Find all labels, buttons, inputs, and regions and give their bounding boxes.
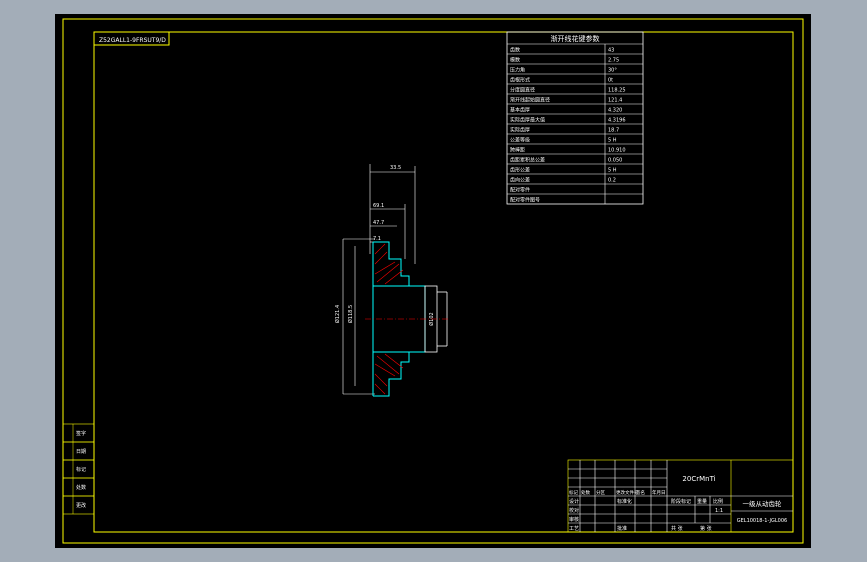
param-value: 30°	[608, 68, 617, 74]
param-name: 齿根形式	[510, 77, 530, 84]
approval: 批准	[617, 525, 627, 532]
dim-47: 47.7	[373, 220, 384, 226]
rev-label-4: 签名	[636, 489, 645, 496]
dim-overall-width: 33.5	[390, 165, 401, 171]
rev-label-5: 年月日	[652, 489, 666, 496]
drawing-code-box: Z52GALL1-9FRSUT9/D	[93, 31, 170, 46]
weight-label: 重量	[697, 498, 707, 505]
parameter-table: 渐开线花键参数 齿数 43 模数 2.75 压力角 30° 齿根形式 0t 分度圆直径 118.2…	[506, 31, 644, 205]
param-value: 4.320	[608, 108, 622, 114]
dim-right: Ø102	[428, 312, 435, 325]
outer-frame	[62, 18, 804, 544]
material: 20CrMnTi	[682, 475, 715, 483]
inner-frame	[93, 31, 794, 533]
stamp-label: 处数	[76, 484, 86, 491]
left-stamp-column: 签字日期标记处数更改	[62, 423, 95, 515]
dim-left-inner: Ø118.5	[347, 305, 354, 323]
rev-label-2: 分区	[596, 489, 605, 496]
param-name: 齿向公差	[510, 177, 530, 184]
param-value: 0.2	[608, 178, 616, 184]
parameter-rows: 齿数 43 模数 2.75 压力角 30° 齿根形式 0t 分度圆直径 118.25 渐开线起始圆直…	[507, 47, 643, 204]
param-name: 模数	[510, 57, 520, 64]
role-process: 工艺	[569, 526, 579, 532]
param-value: 5 H	[608, 168, 617, 174]
drawing-code: Z52GALL1-9FRSUT9/D	[99, 37, 166, 44]
title-block-text: 20CrMnTi 一级从动齿轮 GEL10018-1-JGL006 标记 处数 …	[569, 475, 787, 532]
gear-part-view: 33.5 69.1 47.7 7.1 Ø121.4 Ø118.5 Ø102	[334, 164, 450, 397]
param-name: 公差等级	[510, 137, 530, 144]
param-value: 0t	[608, 78, 613, 84]
dim-69: 69.1	[373, 203, 384, 209]
part-name: 一级从动齿轮	[743, 499, 783, 508]
param-name: 齿距累积总公差	[510, 157, 545, 164]
stamp-label: 标记	[76, 466, 86, 473]
parameter-table-title: 渐开线花键参数	[551, 34, 600, 43]
rev-label-1: 处数	[581, 489, 590, 496]
role-check: 校对	[569, 507, 579, 514]
role-design: 设计	[569, 498, 579, 505]
param-name: 齿形公差	[510, 167, 530, 174]
role-review: 审核	[569, 516, 579, 523]
param-name: 实际齿厚最大值	[510, 117, 545, 124]
param-value: 118.25	[608, 88, 626, 94]
param-name: 分度圆直径	[510, 87, 535, 94]
stamp-label: 更改	[76, 502, 86, 509]
sheet-num: 第 张	[700, 525, 712, 532]
standardization: 标准化	[617, 498, 632, 505]
drawing-canvas: Z52GALL1-9FRSUT9/D 渐开线花键参数 齿数 43 模数 2.75 压力角…	[62, 18, 804, 544]
scale-label: 比例	[713, 498, 723, 505]
param-name: 齿数	[510, 47, 520, 54]
param-value: 4.3196	[608, 118, 626, 124]
param-value: 5 H	[608, 138, 617, 144]
param-name: 基本齿厚	[510, 107, 530, 114]
param-name: 配对零件图号	[510, 197, 540, 204]
param-name: 压力角	[510, 67, 525, 74]
param-name: 跨棒距	[510, 147, 525, 154]
param-value: 10.910	[608, 148, 626, 154]
param-value: 2.75	[608, 58, 619, 64]
param-value: 121.4	[608, 98, 622, 104]
param-name: 实际齿厚	[510, 127, 530, 134]
rev-label-0: 标记	[569, 489, 578, 496]
param-name: 渐开线起始圆直径	[510, 97, 550, 104]
stage-label: 阶段标记	[671, 498, 691, 505]
param-value: 43	[608, 48, 614, 54]
param-value: 0.050	[608, 158, 622, 164]
dim-left-outer: Ø121.4	[334, 305, 341, 323]
stamp-label: 日期	[76, 449, 86, 455]
stamp-label: 签字	[76, 430, 86, 437]
param-value: 18.7	[608, 128, 619, 134]
sheet-total: 共 张	[671, 525, 683, 532]
drawing-number: GEL10018-1-JGL006	[737, 518, 787, 524]
cad-viewport[interactable]: Z52GALL1-9FRSUT9/D 渐开线花键参数 齿数 43 模数 2.75 压力角…	[55, 14, 811, 548]
param-name: 配对零件	[510, 187, 530, 194]
scale-value: 1:1	[715, 508, 723, 514]
top-dimensions	[369, 164, 416, 264]
